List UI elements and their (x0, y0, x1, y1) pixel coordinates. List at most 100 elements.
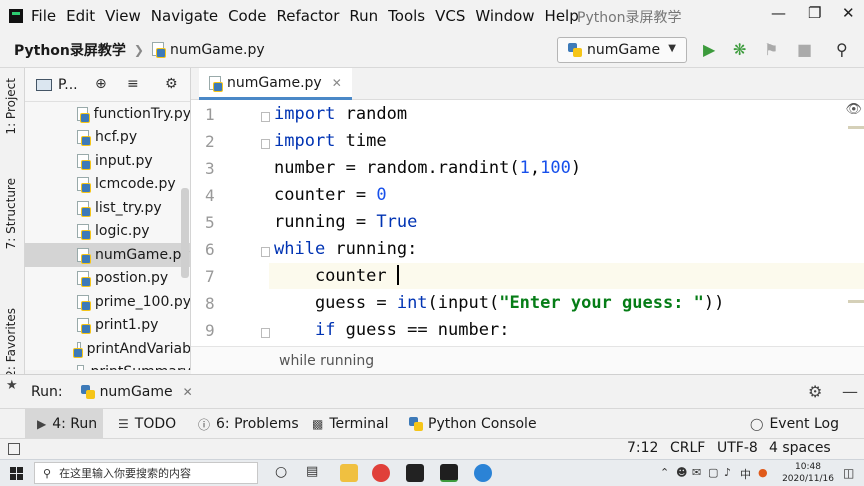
menu-edit[interactable]: Edit (66, 7, 95, 25)
tab-problems[interactable]: ⓘ 6: Problems (198, 409, 299, 439)
menu-run[interactable]: Run (349, 7, 378, 25)
star-icon[interactable]: ★ (6, 378, 18, 393)
eye-icon[interactable]: 👁 (845, 102, 862, 117)
tree-item[interactable]: functionTry.py (25, 102, 190, 126)
fold-marker-icon[interactable] (261, 112, 270, 122)
tree-item[interactable]: input.py (25, 149, 190, 173)
camera-app-icon[interactable] (406, 464, 424, 482)
project-tool-tab[interactable]: 1: Project (4, 78, 18, 135)
minimize-icon[interactable]: — (771, 4, 786, 22)
restore-icon[interactable]: ❐ (808, 4, 821, 22)
line-separator[interactable]: CRLF (670, 440, 705, 456)
menu-tools[interactable]: Tools (388, 7, 425, 25)
chevron-up-icon[interactable]: ⌃ (660, 466, 669, 479)
gear-icon[interactable]: ⚙ (165, 76, 178, 92)
search-everywhere-icon[interactable]: ⚲ (836, 41, 848, 59)
structure-tool-tab[interactable]: 7: Structure (4, 178, 18, 249)
code-line-2[interactable]: import time (274, 128, 387, 155)
menu-refactor[interactable]: Refactor (276, 7, 339, 25)
task-view-icon[interactable]: ○ (275, 464, 287, 480)
tree-item[interactable]: postion.py (25, 267, 190, 291)
fold-marker-icon[interactable] (261, 247, 270, 257)
menu-navigate[interactable]: Navigate (151, 7, 218, 25)
toggle-tool-windows-icon[interactable] (8, 443, 20, 455)
menu-code[interactable]: Code (228, 7, 266, 25)
code-line-3[interactable]: number = random.randint(1,100) (274, 155, 581, 182)
ime-icon[interactable]: 中 (740, 466, 751, 482)
tree-item[interactable]: list_try.py (25, 196, 190, 220)
windows-start-icon[interactable] (10, 467, 23, 480)
code-line-1[interactable]: import random (274, 101, 407, 128)
locate-icon[interactable]: ⊕ (95, 76, 107, 92)
editor-tab-numgame[interactable]: numGame.py ✕ (199, 68, 352, 100)
tree-item[interactable]: printAndVariab (25, 337, 190, 361)
breadcrumb-file[interactable]: numGame.py (151, 41, 265, 58)
tree-item[interactable]: logic.py (25, 220, 190, 244)
keyword-token: import (274, 131, 336, 151)
taskbar-search-box[interactable]: ⚲ 在这里输入你要搜索的内容 (34, 462, 258, 484)
editor-tab-bar: numGame.py ✕ (191, 68, 864, 100)
run-config-tab[interactable]: numGame ✕ (80, 384, 193, 400)
debug-icon[interactable]: ❋ (733, 41, 746, 59)
code-line-5[interactable]: running = True (274, 209, 417, 236)
fold-marker-icon[interactable] (261, 328, 270, 338)
code-breadcrumb[interactable]: while running (279, 353, 374, 369)
close-tab-icon[interactable]: ✕ (183, 385, 193, 399)
run-configuration-select[interactable]: numGame ▼ (557, 37, 687, 63)
pycharm-taskbar-icon[interactable] (440, 464, 458, 482)
close-tab-icon[interactable]: ✕ (332, 76, 342, 90)
file-encoding[interactable]: UTF-8 (717, 440, 758, 456)
notification-icon[interactable]: ◫ (843, 466, 854, 480)
hide-panel-icon[interactable]: — (842, 382, 858, 401)
file-explorer-icon[interactable] (340, 464, 358, 482)
menu-view[interactable]: View (105, 7, 141, 25)
menu-vcs[interactable]: VCS (435, 7, 465, 25)
chat-icon[interactable]: ✉ (692, 466, 701, 479)
tree-item[interactable]: lcmcode.py (25, 173, 190, 197)
indent-setting[interactable]: 4 spaces (769, 440, 831, 456)
menu-help[interactable]: Help (545, 7, 579, 25)
stop-icon[interactable]: ■ (797, 41, 812, 59)
marker-line[interactable] (848, 300, 864, 303)
volume-icon[interactable]: ♪ (724, 466, 731, 479)
code-line-4[interactable]: counter = 0 (274, 182, 387, 209)
fold-marker-icon[interactable] (261, 139, 270, 149)
tree-item[interactable]: hcf.py (25, 126, 190, 150)
code-line-8[interactable]: guess = int(input("Enter your guess: ")) (274, 290, 724, 317)
run-icon[interactable]: ▶ (703, 41, 715, 59)
marker-line[interactable] (848, 126, 864, 129)
chrome-icon[interactable] (372, 464, 390, 482)
gear-icon[interactable]: ⚙ (808, 382, 822, 401)
tree-item[interactable]: printSummary (25, 361, 190, 370)
menu-file[interactable]: File (31, 7, 56, 25)
tab-terminal[interactable]: ▩ Terminal (312, 409, 389, 439)
tab-run[interactable]: ▶ 4: Run (25, 409, 103, 439)
tab-python-console[interactable]: Python Console (409, 409, 537, 439)
network-icon[interactable]: ▢ (708, 466, 718, 479)
tree-item[interactable]: prime_100.py (25, 290, 190, 314)
editor-marker-stripe[interactable]: 👁 (845, 100, 864, 346)
taskbar-clock[interactable]: 10:48 2020/11/16 (780, 461, 836, 485)
project-panel-title[interactable]: P... (58, 77, 78, 93)
tree-scrollbar[interactable] (181, 188, 189, 278)
tree-item[interactable]: numGame.py (25, 243, 190, 267)
collapse-all-icon[interactable]: ≡ (127, 76, 139, 92)
close-window-icon[interactable]: ✕ (842, 4, 855, 22)
breadcrumb-project[interactable]: Python录屏教学 (14, 40, 126, 60)
code-line-9[interactable]: if guess == number: (274, 317, 509, 344)
person-icon[interactable]: ☻ (676, 466, 687, 479)
tab-event-log[interactable]: ◯ Event Log (750, 409, 839, 439)
run-with-coverage-icon[interactable]: ⚑ (764, 41, 778, 59)
widgets-icon[interactable]: ▤ (306, 464, 318, 479)
tree-item[interactable]: print1.py (25, 314, 190, 338)
sogou-icon[interactable]: ● (758, 466, 768, 479)
menu-window[interactable]: Window (475, 7, 534, 25)
caret-down-icon: ▼ (668, 43, 676, 54)
edge-icon[interactable] (474, 464, 492, 482)
favorites-tool-tab[interactable]: 2: Favorites (4, 308, 18, 378)
code-line-7[interactable]: counter (274, 263, 399, 290)
caret-position[interactable]: 7:12 (627, 440, 658, 456)
tab-todo[interactable]: ☰ TODO (118, 409, 176, 439)
code-line-6[interactable]: while running: (274, 236, 417, 263)
python-file-icon (77, 200, 91, 217)
